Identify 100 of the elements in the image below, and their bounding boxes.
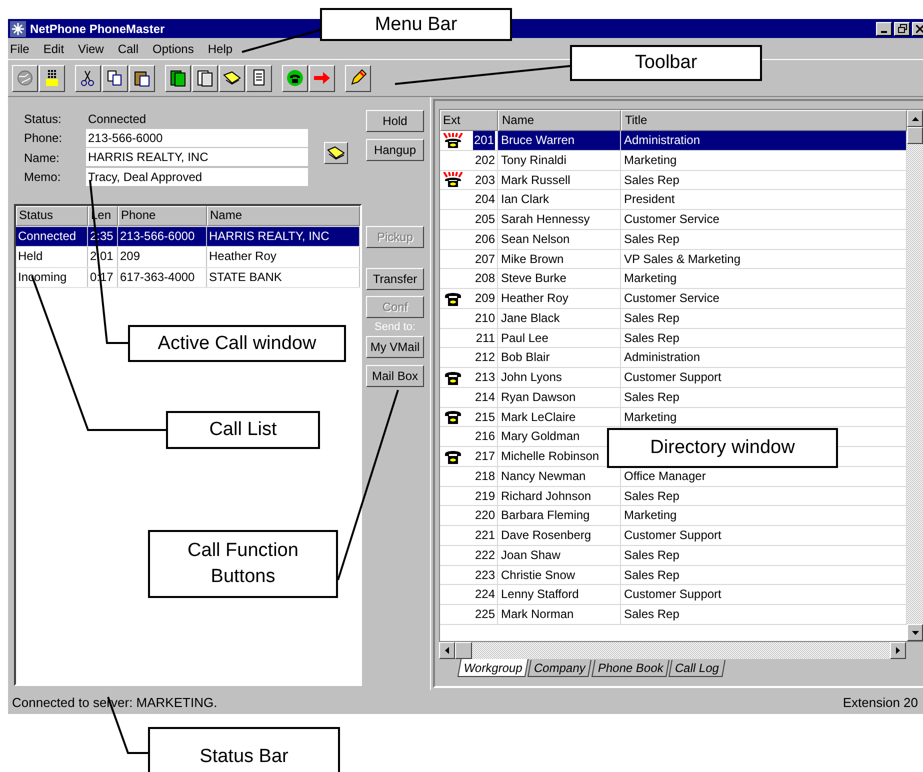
directory-row[interactable]: 219 Richard Johnson Sales Rep — [440, 486, 907, 506]
tab[interactable]: Phone Book — [591, 660, 670, 677]
directory-row[interactable]: 220 Barbara Fleming Marketing — [440, 506, 907, 526]
title-cell: Sales Rep — [624, 390, 680, 404]
extension-cell-text: 210 — [474, 310, 495, 327]
title-cell: Customer Service — [624, 212, 720, 226]
extension-cell-text: 221 — [474, 527, 495, 544]
column-header[interactable]: Phone — [118, 206, 207, 226]
menu-item[interactable]: Call — [118, 42, 138, 56]
name-cell: Mark LeClaire — [498, 408, 621, 426]
tab[interactable]: Call Log — [668, 660, 726, 677]
extension-cell-text: 213 — [474, 369, 495, 386]
name-cell: Tony Rinaldi — [498, 150, 621, 170]
name-cell: Bruce Warren — [498, 131, 621, 150]
name-cell: Sean Nelson — [498, 230, 621, 249]
call-button[interactable]: Mail Box — [366, 365, 424, 387]
call-button[interactable]: Hold — [366, 110, 424, 132]
menu-item[interactable]: File — [10, 42, 30, 56]
extension-cell-text: 205 — [474, 211, 495, 228]
title-cell: Sales Rep — [624, 488, 680, 502]
callout-tooltip: Directory window — [607, 428, 838, 468]
table-cell: 209 — [118, 247, 207, 266]
call-button[interactable]: Transfer — [366, 268, 424, 290]
field-label: Name: — [24, 150, 60, 165]
extension-cell-text: 225 — [474, 606, 495, 623]
menu-item[interactable]: Edit — [43, 42, 64, 56]
name-cell: Heather Roy — [498, 289, 621, 308]
directory-row[interactable]: 224 Lenny Stafford Customer Support — [440, 585, 907, 605]
call-button[interactable]: My VMail — [366, 336, 424, 358]
menu-item[interactable]: Options — [152, 42, 194, 56]
status-value: Connected — [87, 112, 148, 126]
title-cell: Marketing — [624, 508, 677, 522]
directory-row[interactable]: 222 Joan Shaw Sales Rep — [440, 546, 907, 566]
extension-cell-text: 217 — [474, 448, 495, 465]
column-header[interactable]: Title — [621, 110, 907, 131]
directory-row[interactable]: 207 Mike Brown VP Sales & Marketing — [440, 250, 907, 270]
input-field[interactable]: 213-566-6000 — [86, 128, 308, 148]
table-cell: Incoming — [16, 268, 88, 287]
column-header[interactable]: Name — [207, 206, 360, 226]
name-cell: Mark Russell — [498, 170, 621, 190]
name-cell: Barbara Fleming — [498, 506, 621, 526]
title-cell: Sales Rep — [624, 172, 680, 186]
title-cell: Customer Support — [624, 587, 722, 602]
extension-cell-text: 204 — [474, 191, 495, 208]
extension-cell-text: 220 — [474, 507, 495, 524]
callout-tooltip: Toolbar — [570, 45, 762, 81]
tab[interactable]: Company — [528, 660, 592, 677]
callout-tooltip: Call List — [166, 411, 320, 449]
extension-cell-text: 203 — [474, 172, 495, 188]
name-cell: Joan Shaw — [498, 546, 621, 565]
title-cell: Customer Support — [624, 370, 722, 384]
menu-item[interactable]: Help — [208, 42, 233, 56]
column-header[interactable]: Name — [498, 110, 621, 131]
directory-row[interactable]: 225 Mark Norman Sales Rep — [440, 605, 907, 625]
directory-row[interactable]: 204 Ian Clark President — [440, 190, 907, 210]
table-cell: STATE BANK — [207, 268, 360, 287]
directory-row[interactable]: 203 Mark Russell Sales Rep — [440, 170, 907, 190]
directory-row[interactable]: 214 Ryan Dawson Sales Rep — [440, 388, 907, 408]
extension-cell-text: 209 — [474, 290, 495, 307]
directory-row[interactable]: 209 Heather Roy Customer Service — [440, 289, 907, 309]
extension-cell-text: 206 — [474, 230, 495, 248]
callout-tooltip: Call Function Buttons — [148, 530, 338, 598]
directory-row[interactable]: 213 John Lyons Customer Support — [440, 368, 907, 388]
extension-cell-text: 218 — [474, 468, 495, 485]
window-title: NetPhone PhoneMaster — [30, 22, 165, 36]
extension-cell-text: 207 — [474, 250, 495, 268]
directory-row[interactable]: 223 Christie Snow Sales Rep — [440, 566, 907, 586]
title-cell: Sales Rep — [624, 310, 680, 325]
callout-tooltip: Status Bar — [148, 727, 340, 772]
name-cell: Sarah Hennessy — [498, 210, 621, 229]
extension-cell-text: 202 — [474, 152, 495, 169]
title-cell: Customer Support — [624, 528, 722, 542]
table-cell: Heather Roy — [207, 247, 360, 266]
directory-row[interactable]: 202 Tony Rinaldi Marketing — [440, 150, 907, 170]
directory-row[interactable]: 221 Dave Rosenberg Customer Support — [440, 526, 907, 546]
directory-row[interactable]: 210 Jane Black Sales Rep — [440, 308, 907, 328]
directory-row[interactable]: 201 Bruce Warren Administration — [440, 131, 907, 151]
title-cell: Sales Rep — [624, 232, 680, 246]
name-cell: Paul Lee — [498, 328, 621, 348]
directory-row[interactable]: 208 Steve Burke Marketing — [440, 269, 907, 289]
column-header[interactable]: Ext — [440, 110, 498, 131]
input-field[interactable]: HARRIS REALTY, INC — [86, 148, 308, 168]
extension-status: Extension 20 — [842, 694, 918, 710]
title-cell: VP Sales & Marketing — [624, 252, 741, 266]
input-field[interactable]: Tracy, Deal Approved — [86, 168, 308, 187]
directory-row[interactable]: 211 Paul Lee Sales Rep — [440, 328, 907, 348]
tab[interactable]: Workgroup — [457, 659, 530, 677]
directory-row[interactable]: 206 Sean Nelson Sales Rep — [440, 230, 907, 250]
title-cell: Office Manager — [624, 468, 706, 483]
directory-row[interactable]: 212 Bob Blair Administration — [440, 348, 907, 368]
name-cell: Mark Norman — [498, 605, 621, 624]
directory-row[interactable]: 215 Mark LeClaire Marketing — [440, 408, 907, 428]
menu-item[interactable]: View — [78, 42, 104, 56]
call-button[interactable]: Hangup — [366, 139, 424, 161]
title-cell: Marketing — [624, 410, 677, 424]
title-cell: Marketing — [624, 271, 677, 286]
directory-row[interactable]: 205 Sarah Hennessy Customer Service — [440, 210, 907, 230]
column-header[interactable]: Status — [16, 206, 88, 226]
name-cell: Lenny Stafford — [498, 585, 621, 604]
extension-cell-text: 211 — [476, 330, 495, 346]
